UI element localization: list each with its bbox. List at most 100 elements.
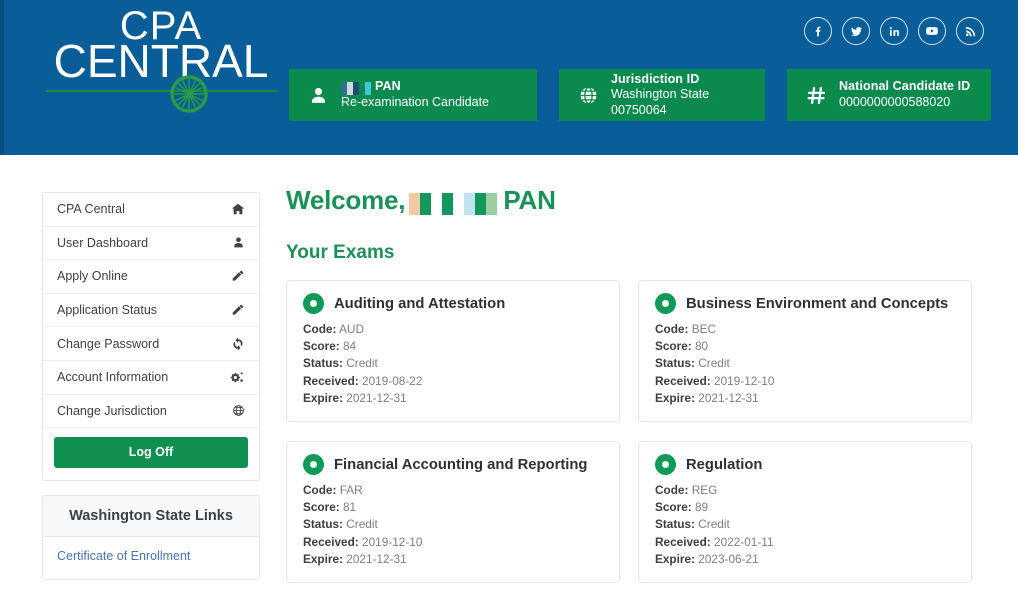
site-logo[interactable]: CPA CENTRAL [36,4,286,116]
state-links-box: Washington State Links Certificate of En… [42,495,260,581]
exam-code-row: Code: REG [655,482,955,499]
label-status: Status: [303,517,343,532]
value-code: FAR [339,483,363,498]
label-expire: Expire: [655,390,695,405]
twitter-icon[interactable] [842,17,870,45]
exam-status-row: Status: Credit [655,516,955,533]
globe-icon [575,85,601,106]
gears-icon [230,370,245,385]
logo-divider-rule [46,90,278,92]
sidebar-item-label: Change Password [57,336,160,351]
label-code: Code: [303,322,337,336]
label-expire: Expire: [655,551,695,566]
exam-received-row: Received: 2022-01-11 [655,534,955,551]
value-score: 81 [343,500,357,515]
exam-score-row: Score: 89 [655,499,955,516]
rss-icon[interactable] [956,17,984,45]
exam-code-row: Code: AUD [303,321,603,338]
sidebar-item-change-jurisdiction[interactable]: Change Jurisdiction [43,394,259,429]
exam-expire-row: Expire: 2021-12-31 [303,551,603,568]
exam-status-row: Status: Credit [303,516,603,533]
candidate-name: PAN [375,79,401,94]
exam-name: Business Environment and Concepts [686,295,949,312]
jurisdiction-value: Washington State 00750064 [611,87,710,117]
pencil-icon [231,303,245,317]
logoff-container: Log Off [43,428,259,480]
exam-card[interactable]: Auditing and Attestation Code: AUD Score… [286,280,620,423]
your-exams-title: Your Exams [286,242,395,263]
header-card-candidate[interactable]: PAN Re-examination Candidate [289,69,537,121]
value-received: 2019-12-10 [362,534,423,549]
exam-received-row: Received: 2019-12-10 [655,373,955,390]
label-received: Received: [303,534,359,549]
exam-name: Auditing and Attestation [334,295,506,312]
label-score: Score: [303,500,340,515]
value-expire: 2021-12-31 [346,390,407,405]
refresh-icon [231,337,245,351]
status-ring-icon [303,293,324,314]
candidate-type: Re-examination Candidate [341,95,490,109]
label-score: Score: [655,339,692,354]
value-status: Credit [698,517,730,532]
national-id-label: National Candidate ID [839,79,971,94]
exam-card[interactable]: Financial Accounting and Reporting Code:… [286,441,620,584]
sidebar-item-apply-online[interactable]: Apply Online [43,260,259,294]
state-links-title: Washington State Links [43,496,259,538]
youtube-icon[interactable] [918,17,946,45]
exam-card[interactable]: Regulation Code: REG Score: 89 Status: C… [638,441,972,584]
site-header: CPA CENTRAL PAN Re-examination Candidate… [0,0,1018,155]
label-code: Code: [655,322,689,336]
compass-rose-icon [170,75,208,113]
social-links [804,17,984,45]
value-code: BEC [691,322,716,336]
national-id-value: 0000000000588020 [839,95,951,109]
exam-code-row: Code: BEC [655,321,955,338]
label-expire: Expire: [303,390,343,405]
pencil-icon [231,269,245,283]
exam-card-grid: Auditing and Attestation Code: AUD Score… [286,280,986,584]
exam-name: Financial Accounting and Reporting [334,456,588,473]
exam-status-row: Status: Credit [303,355,603,372]
header-card-jurisdiction[interactable]: Jurisdiction ID Washington State 0075006… [559,69,765,121]
sidebar-item-label: Account Information [57,370,169,385]
label-received: Received: [655,373,711,388]
label-received: Received: [303,373,359,388]
status-ring-icon [303,454,324,476]
sidebar-item-cpa-central[interactable]: CPA Central [43,193,259,227]
exam-score-row: Score: 84 [303,338,603,355]
logo-line-central: CENTRAL [53,35,269,87]
exam-card-header: Financial Accounting and Reporting [303,454,603,476]
exam-card-header: Auditing and Attestation [303,293,603,314]
user-icon [232,236,245,249]
value-received: 2019-08-22 [362,373,423,388]
exam-name: Regulation [686,456,763,473]
sidebar-item-account-information[interactable]: Account Information [43,360,259,395]
link-certificate-of-enrollment[interactable]: Certificate of Enrollment [57,549,245,563]
main-content: Welcome, PAN Your Exams Auditing and Att… [286,155,986,584]
label-code: Code: [655,483,689,498]
sidebar-item-label: Apply Online [57,269,128,284]
value-score: 80 [695,339,709,354]
label-score: Score: [303,339,340,354]
linkedin-icon[interactable] [880,17,908,45]
exam-expire-row: Expire: 2023-06-21 [655,551,955,568]
value-status: Credit [346,356,378,371]
globe-icon [232,404,245,417]
exam-score-row: Score: 80 [655,338,955,355]
status-ring-icon [655,454,676,476]
exam-card[interactable]: Business Environment and Concepts Code: … [638,280,972,423]
label-received: Received: [655,534,711,549]
facebook-icon[interactable] [804,17,832,45]
log-off-button[interactable]: Log Off [54,437,248,469]
sidebar-item-change-password[interactable]: Change Password [43,327,259,361]
value-code: REG [691,483,718,498]
hash-icon [803,85,829,106]
home-icon [231,202,245,216]
sidebar-item-application-status[interactable]: Application Status [43,293,259,328]
sidebar-item-label: Application Status [57,303,158,318]
sidebar-item-user-dashboard[interactable]: User Dashboard [43,226,259,261]
status-ring-icon [655,293,676,314]
header-card-national-id[interactable]: National Candidate ID 0000000000588020 [787,69,991,121]
exam-card-header: Business Environment and Concepts [655,293,955,314]
sidebar-item-label: CPA Central [57,202,125,217]
